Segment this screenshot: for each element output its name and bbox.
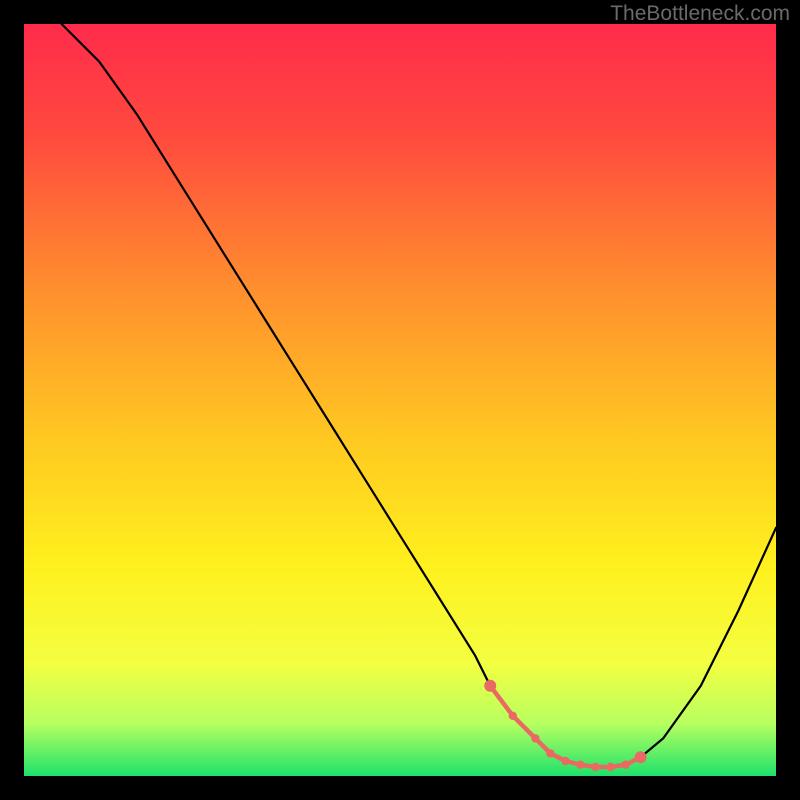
optimal-marker bbox=[509, 712, 517, 720]
optimal-marker bbox=[606, 763, 614, 771]
optimal-marker bbox=[621, 761, 629, 769]
watermark-text: TheBottleneck.com bbox=[610, 2, 790, 26]
optimal-marker bbox=[531, 734, 539, 742]
plot-area bbox=[24, 24, 776, 776]
optimal-marker bbox=[561, 757, 569, 765]
bottleneck-curve-svg bbox=[24, 24, 776, 776]
optimal-marker bbox=[576, 761, 584, 769]
optimal-zone-markers bbox=[484, 680, 646, 771]
optimal-segment bbox=[490, 686, 640, 767]
optimal-marker bbox=[591, 763, 599, 771]
bottleneck-curve bbox=[62, 24, 776, 767]
chart-frame: TheBottleneck.com bbox=[0, 0, 800, 800]
optimal-marker bbox=[484, 680, 496, 692]
optimal-marker bbox=[546, 749, 554, 757]
optimal-marker bbox=[635, 751, 647, 763]
